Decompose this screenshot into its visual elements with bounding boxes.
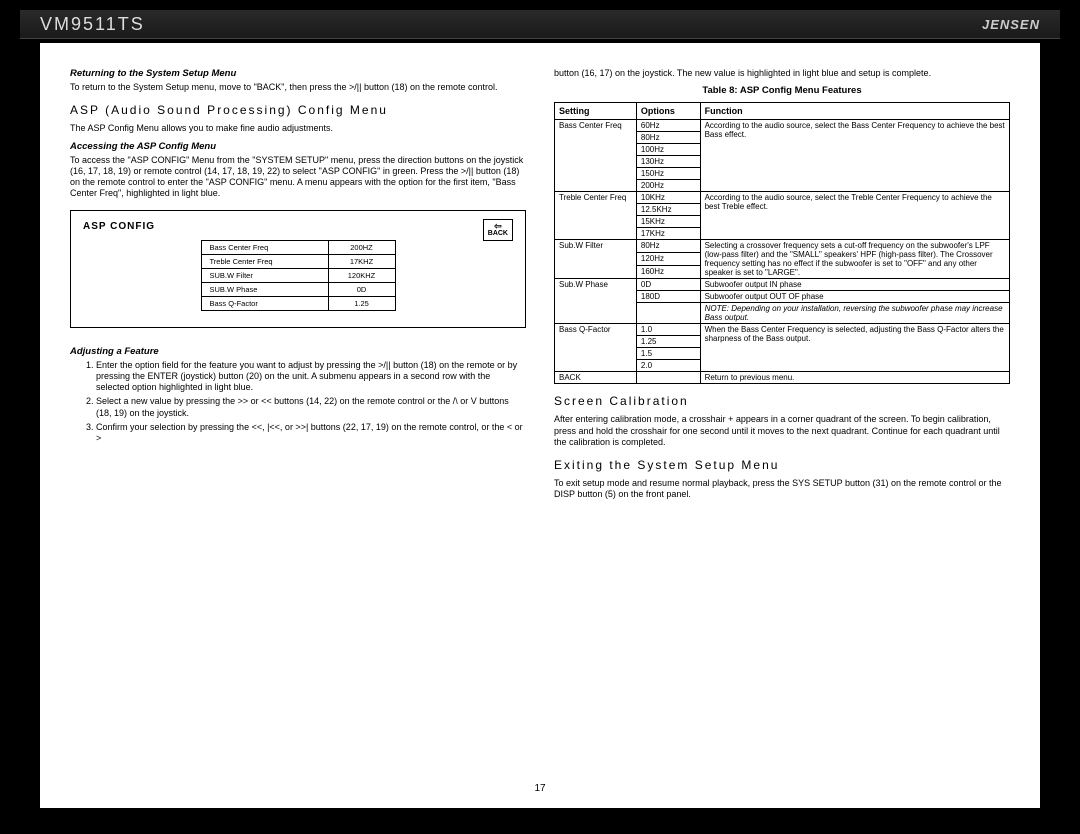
setting-cell: Sub.W Filter xyxy=(555,240,637,279)
screen-cal-heading: Screen Calibration xyxy=(554,394,1010,408)
option-cell: 10KHz xyxy=(636,192,700,204)
asp-config-box: ASP CONFIG ⇦ BACK Bass Center Freq200HZT… xyxy=(70,210,526,328)
setting-cell: BACK xyxy=(555,372,637,384)
option-cell xyxy=(636,372,700,384)
header-bar: VM9511TS JENSEN xyxy=(20,10,1060,39)
function-cell: According to the audio source, select th… xyxy=(700,120,1009,192)
option-cell: 130Hz xyxy=(636,156,700,168)
model-number: VM9511TS xyxy=(40,14,145,35)
option-cell: 160Hz xyxy=(636,266,700,279)
option-cell: 0D xyxy=(636,279,700,291)
asp-box-title: ASP CONFIG xyxy=(83,221,513,232)
asp-heading: ASP (Audio Sound Processing) Config Menu xyxy=(70,103,526,117)
asp-row-value: 17KHZ xyxy=(328,254,395,268)
option-cell: 12.5KHz xyxy=(636,204,700,216)
function-cell: Subwoofer output IN phase xyxy=(700,279,1009,291)
right-column: button (16, 17) on the joystick. The new… xyxy=(554,68,1010,507)
function-cell: Return to previous menu. xyxy=(700,372,1009,384)
exit-heading: Exiting the System Setup Menu xyxy=(554,458,1010,472)
page-content: Returning to the System Setup Menu To re… xyxy=(40,43,1040,808)
option-cell: 1.25 xyxy=(636,336,700,348)
asp-row-label: SUB.W Phase xyxy=(201,282,328,296)
feature-table: Setting Options Function Bass Center Fre… xyxy=(554,102,1010,384)
returning-heading: Returning to the System Setup Menu xyxy=(70,68,526,79)
list-item: Confirm your selection by pressing the <… xyxy=(96,422,526,445)
asp-row-value: 1.25 xyxy=(328,296,395,310)
asp-row-value: 200HZ xyxy=(328,240,395,254)
asp-row-label: SUB.W Filter xyxy=(201,268,328,282)
asp-text: The ASP Config Menu allows you to make f… xyxy=(70,123,526,134)
function-cell: NOTE: Depending on your installation, re… xyxy=(700,303,1009,324)
option-cell: 1.5 xyxy=(636,348,700,360)
function-cell: Subwoofer output OUT OF phase xyxy=(700,291,1009,303)
option-cell: 60Hz xyxy=(636,120,700,132)
screen-cal-text: After entering calibration mode, a cross… xyxy=(554,414,1010,448)
option-cell: 100Hz xyxy=(636,144,700,156)
option-cell: 1.0 xyxy=(636,324,700,336)
access-heading: Accessing the ASP Config Menu xyxy=(70,141,526,152)
page-number: 17 xyxy=(40,783,1040,794)
asp-row-value: 120KHZ xyxy=(328,268,395,282)
access-text: To access the "ASP CONFIG" Menu from the… xyxy=(70,155,526,200)
option-cell: 17KHz xyxy=(636,228,700,240)
asp-mini-table: Bass Center Freq200HZTreble Center Freq1… xyxy=(201,240,396,311)
th-options: Options xyxy=(636,103,700,120)
function-cell: According to the audio source, select th… xyxy=(700,192,1009,240)
asp-row-label: Bass Q-Factor xyxy=(201,296,328,310)
returning-text: To return to the System Setup menu, move… xyxy=(70,82,526,93)
option-cell: 120Hz xyxy=(636,253,700,266)
cont-text: button (16, 17) on the joystick. The new… xyxy=(554,68,1010,79)
asp-row-label: Bass Center Freq xyxy=(201,240,328,254)
option-cell xyxy=(636,303,700,324)
left-column: Returning to the System Setup Menu To re… xyxy=(70,68,526,507)
asp-row-value: 0D xyxy=(328,282,395,296)
setting-cell: Bass Q-Factor xyxy=(555,324,637,372)
function-cell: Selecting a crossover frequency sets a c… xyxy=(700,240,1009,279)
option-cell: 15KHz xyxy=(636,216,700,228)
option-cell: 80Hz xyxy=(636,132,700,144)
back-button: ⇦ BACK xyxy=(483,219,513,241)
asp-row-label: Treble Center Freq xyxy=(201,254,328,268)
option-cell: 180D xyxy=(636,291,700,303)
adjust-list: Enter the option field for the feature y… xyxy=(70,360,526,445)
setting-cell: Bass Center Freq xyxy=(555,120,637,192)
option-cell: 200Hz xyxy=(636,180,700,192)
table-caption: Table 8: ASP Config Menu Features xyxy=(554,85,1010,96)
exit-text: To exit setup mode and resume normal pla… xyxy=(554,478,1010,501)
list-item: Select a new value by pressing the >> or… xyxy=(96,396,526,419)
brand-logo: JENSEN xyxy=(982,17,1040,32)
option-cell: 2.0 xyxy=(636,360,700,372)
option-cell: 80Hz xyxy=(636,240,700,253)
option-cell: 150Hz xyxy=(636,168,700,180)
setting-cell: Sub.W Phase xyxy=(555,279,637,324)
function-cell: When the Bass Center Frequency is select… xyxy=(700,324,1009,372)
adjust-heading: Adjusting a Feature xyxy=(70,346,526,357)
list-item: Enter the option field for the feature y… xyxy=(96,360,526,394)
setting-cell: Treble Center Freq xyxy=(555,192,637,240)
th-setting: Setting xyxy=(555,103,637,120)
th-function: Function xyxy=(700,103,1009,120)
